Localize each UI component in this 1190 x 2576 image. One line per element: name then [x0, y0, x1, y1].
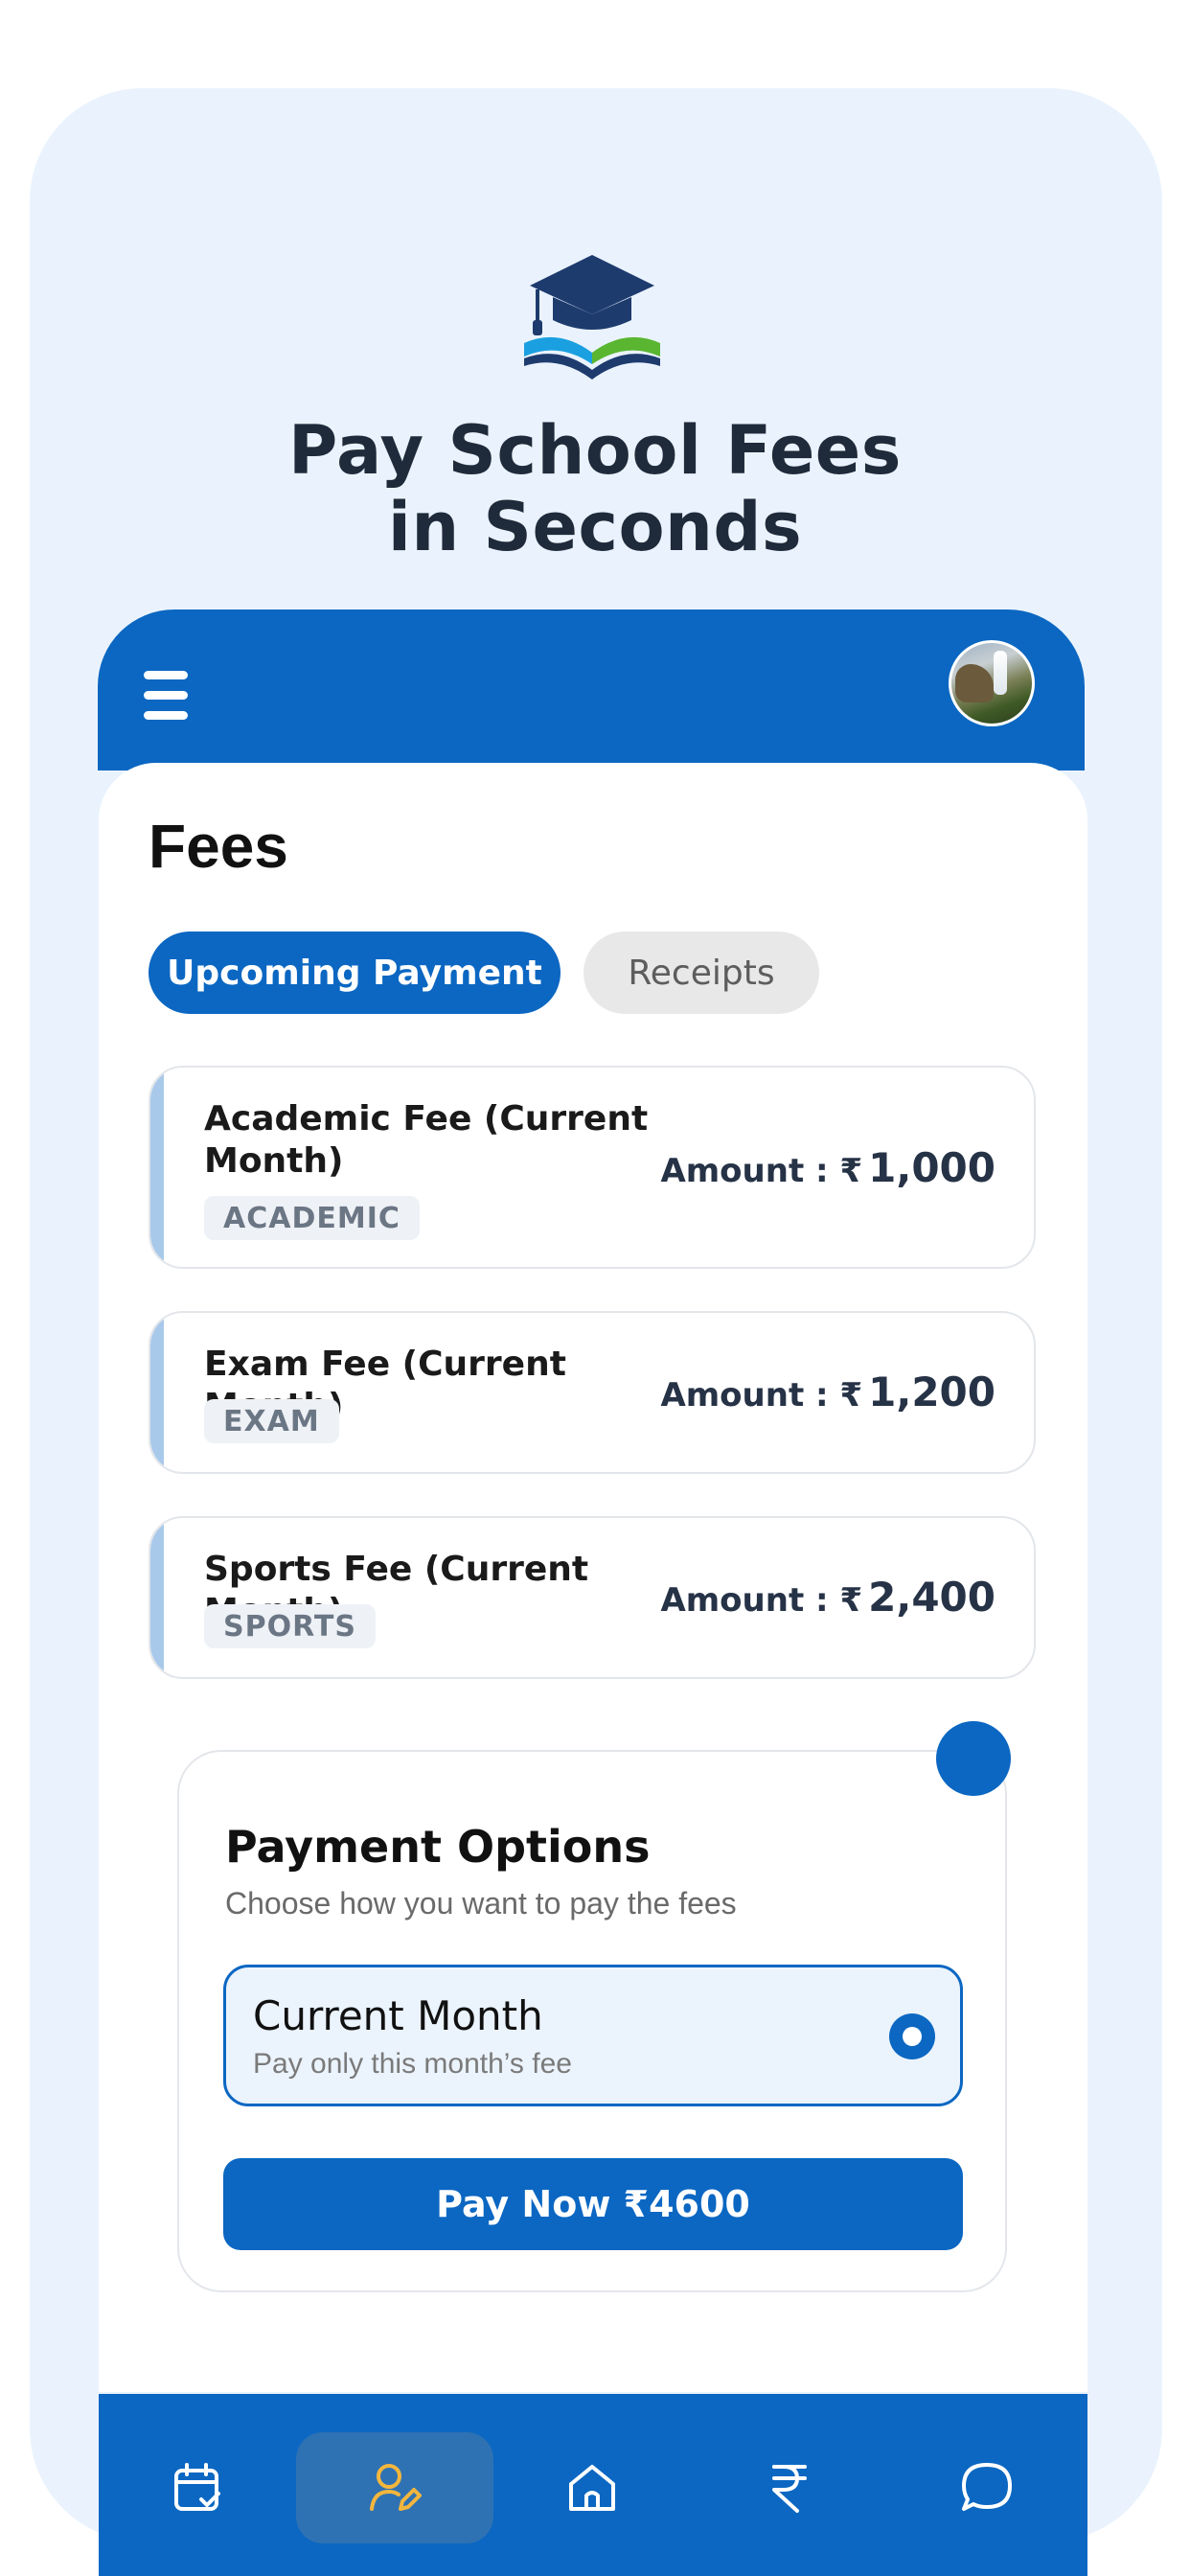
pay-now-button[interactable]: Pay Now ₹4600 [223, 2158, 963, 2250]
graduation-cap-book-logo [524, 255, 660, 380]
fee-category-badge: ACADEMIC [204, 1196, 420, 1240]
profile-avatar[interactable] [949, 640, 1035, 726]
page-title: Fees [149, 812, 288, 881]
fee-card-accent [150, 1068, 164, 1267]
amount-value: 1,200 [868, 1368, 995, 1415]
fee-card-exam[interactable]: Exam Fee (Current Month) EXAM Amount : ₹… [149, 1311, 1036, 1474]
payment-options-title: Payment Options [225, 1821, 651, 1873]
option-current-month[interactable]: Current Month Pay only this month’s fee [223, 1965, 963, 2106]
amount-label: Amount : ₹ [660, 1581, 863, 1620]
nav-calendar[interactable] [99, 2432, 296, 2543]
fee-name: Academic Fee (Current Month) [204, 1099, 649, 1181]
hero-title-line2: in Seconds [387, 488, 803, 566]
amount-label: Amount : ₹ [660, 1152, 863, 1190]
fee-category-badge: SPORTS [204, 1604, 376, 1648]
hero-title-line1: Pay School Fees [288, 411, 902, 490]
amount-label: Amount : ₹ [660, 1376, 863, 1414]
rupee-icon [772, 2465, 807, 2513]
tab-upcoming-payment[interactable]: Upcoming Payment [149, 932, 561, 1014]
chat-bubble-icon [962, 2463, 1012, 2511]
fee-card-accent [150, 1313, 164, 1472]
fee-card-sports[interactable]: Sports Fee (Current Month) SPORTS Amount… [149, 1516, 1036, 1679]
fees-screen: Fees Upcoming Payment Receipts Academic … [99, 763, 1087, 2392]
bottom-navigation [99, 2394, 1087, 2576]
app-header [98, 610, 1085, 770]
fee-amount: Amount : ₹ 1,000 [660, 1144, 995, 1191]
option-title: Current Month [253, 1992, 543, 2039]
nav-fees[interactable] [691, 2432, 888, 2543]
calendar-check-icon [174, 2463, 220, 2511]
fee-category-badge: EXAM [204, 1399, 339, 1443]
floating-dot [936, 1721, 1011, 1796]
amount-value: 2,400 [868, 1574, 995, 1621]
payment-options-card: Payment Options Choose how you want to p… [177, 1721, 1011, 2292]
hero-title: Pay School Fees in Seconds [0, 412, 1190, 565]
hamburger-icon[interactable] [144, 671, 190, 721]
fee-amount: Amount : ₹ 1,200 [660, 1368, 995, 1415]
option-subtitle: Pay only this month’s fee [253, 2048, 572, 2080]
fee-amount: Amount : ₹ 2,400 [660, 1574, 995, 1621]
nav-home[interactable] [493, 2432, 691, 2543]
nav-profile[interactable] [296, 2432, 493, 2543]
radio-selected-icon[interactable] [889, 2013, 935, 2059]
fee-card-academic[interactable]: Academic Fee (Current Month) ACADEMIC Am… [149, 1066, 1036, 1269]
amount-value: 1,000 [868, 1144, 995, 1191]
fee-card-accent [150, 1518, 164, 1677]
user-edit-icon [370, 2464, 422, 2511]
home-icon [569, 2465, 615, 2511]
nav-chat[interactable] [888, 2432, 1086, 2543]
tab-receipts[interactable]: Receipts [584, 932, 819, 1014]
payment-options-subtitle: Choose how you want to pay the fees [225, 1886, 737, 1920]
